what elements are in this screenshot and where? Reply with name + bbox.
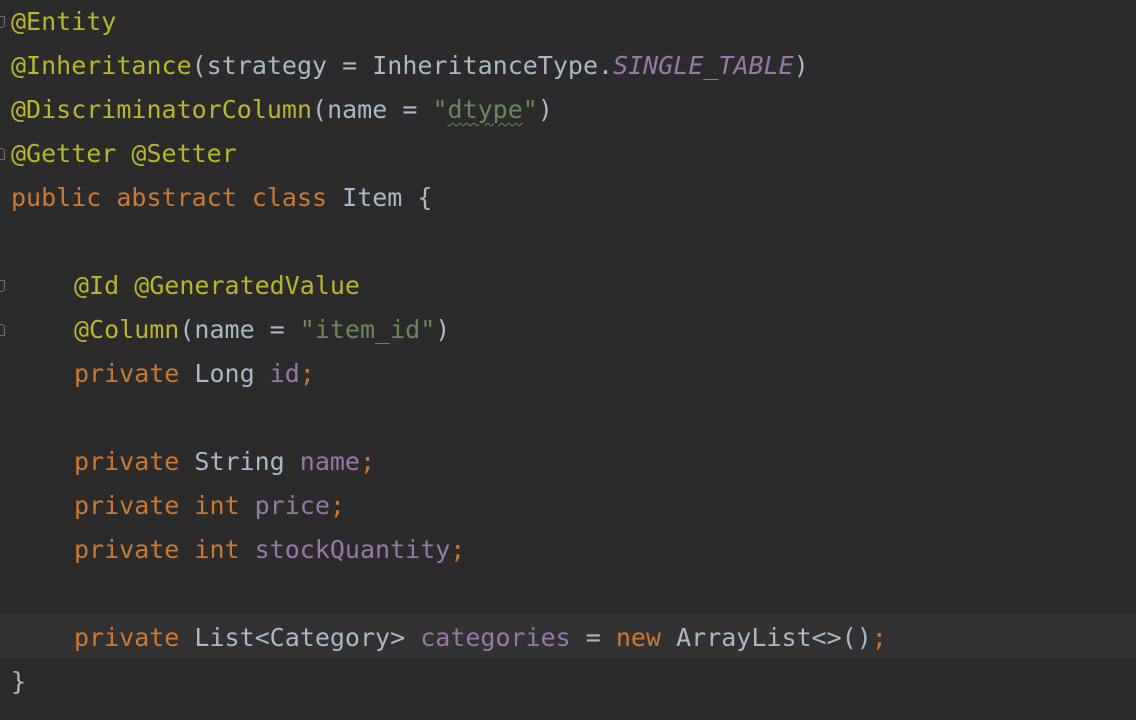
code-line[interactable]: }	[11, 660, 26, 704]
code-token: @Id @GeneratedValue	[74, 271, 360, 300]
code-line[interactable]: private String name;	[11, 440, 375, 484]
code-token: @Getter @Setter	[11, 139, 237, 168]
code-token: )	[435, 315, 451, 344]
code-token: "	[432, 95, 448, 124]
code-token: new	[615, 623, 677, 652]
code-token: (name =	[179, 315, 300, 344]
code-token: }	[11, 667, 27, 696]
code-line[interactable]: private int stockQuantity;	[11, 528, 465, 572]
code-token: (strategy = InheritanceType.	[191, 51, 614, 80]
code-line[interactable]: @Getter @Setter	[11, 132, 237, 176]
code-line[interactable]: @Id @GeneratedValue	[11, 264, 360, 308]
code-token: (name =	[312, 95, 433, 124]
code-token: price	[254, 491, 330, 520]
code-line[interactable]: public abstract class Item {	[11, 176, 432, 220]
code-token: "item_id"	[299, 315, 436, 344]
code-line[interactable]: private int price;	[11, 484, 345, 528]
code-line[interactable]: @Inheritance(strategy = InheritanceType.…	[11, 44, 809, 88]
code-line[interactable]: @Entity	[11, 0, 116, 44]
code-token: ArrayList<>()	[676, 623, 872, 652]
code-token: ;	[299, 359, 315, 388]
fold-close-icon[interactable]	[0, 148, 5, 160]
code-token: private	[74, 359, 195, 388]
code-line[interactable]: private List<Category> categories = new …	[11, 616, 887, 660]
code-editor[interactable]: @Entity @Inheritance(strategy = Inheritan…	[0, 0, 1136, 720]
code-token: private	[74, 623, 195, 652]
code-token: Long	[194, 359, 270, 388]
fold-open-icon[interactable]	[0, 280, 5, 292]
code-line[interactable]: private Long id;	[11, 352, 315, 396]
code-token: private int	[74, 491, 255, 520]
code-token: ;	[329, 491, 345, 520]
code-token: public abstract class	[11, 183, 343, 212]
code-token: List<Category>	[194, 623, 421, 652]
code-token: ;	[450, 535, 466, 564]
fold-open-icon[interactable]	[0, 16, 5, 28]
code-token: private int	[74, 535, 255, 564]
code-token: String	[194, 447, 300, 476]
code-token: )	[793, 51, 809, 80]
code-token: id	[269, 359, 300, 388]
code-line[interactable]: @Column(name = "item_id")	[11, 308, 450, 352]
code-token: stockQuantity	[254, 535, 451, 564]
code-line[interactable]: @DiscriminatorColumn(name = "dtype")	[11, 88, 553, 132]
code-token: @Inheritance	[11, 51, 192, 80]
code-token: "	[522, 95, 538, 124]
fold-close-icon[interactable]	[0, 324, 5, 336]
code-token: Item {	[342, 183, 433, 212]
code-token: @Entity	[11, 7, 117, 36]
code-token: ;	[871, 623, 887, 652]
code-token: private	[74, 447, 195, 476]
code-token: @DiscriminatorColumn	[11, 95, 313, 124]
code-token: dtype	[447, 95, 523, 124]
code-token: categories	[420, 623, 571, 652]
code-token: SINGLE_TABLE	[613, 51, 794, 80]
code-token: ;	[360, 447, 376, 476]
code-token: name	[299, 447, 360, 476]
code-token: =	[570, 623, 616, 652]
code-token: )	[537, 95, 553, 124]
code-token: @Column	[74, 315, 180, 344]
